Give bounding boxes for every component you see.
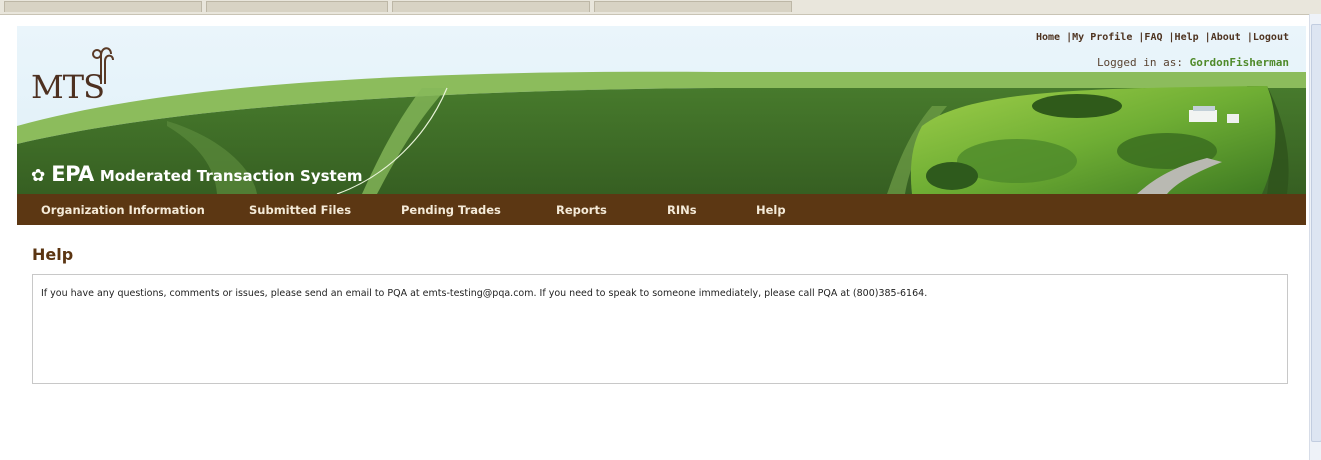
nav-item-help[interactable]: Help	[756, 203, 786, 217]
mts-logo[interactable]: MTS	[31, 68, 105, 106]
logout-link[interactable]: Logout	[1253, 32, 1289, 43]
site-header: MTS ✿ EPA Moderated Transaction System H…	[17, 26, 1306, 194]
home-link[interactable]: Home	[1036, 32, 1060, 43]
faq-link[interactable]: FAQ	[1144, 32, 1162, 43]
system-name: Moderated Transaction System	[99, 167, 363, 185]
my-profile-link[interactable]: My Profile	[1072, 32, 1132, 43]
page-title: Help	[32, 245, 74, 264]
nav-item-pending-trades[interactable]: Pending Trades	[401, 203, 501, 217]
nav-item-organization-information[interactable]: Organization Information	[41, 203, 205, 217]
nav-item-rins[interactable]: RINs	[667, 203, 697, 217]
about-link[interactable]: About	[1211, 32, 1241, 43]
vertical-scrollbar[interactable]	[1309, 14, 1321, 460]
epa-flower-icon: ✿	[31, 166, 46, 186]
browser-tab[interactable]	[206, 1, 388, 12]
help-message-box: If you have any questions, comments or i…	[32, 274, 1288, 384]
nav-item-submitted-files[interactable]: Submitted Files	[249, 203, 351, 217]
top-links: Home |My Profile |FAQ |Help |About |Logo…	[1036, 32, 1289, 43]
main-nav: Organization Information Submitted Files…	[17, 194, 1306, 225]
browser-tab[interactable]	[4, 1, 202, 12]
help-message: If you have any questions, comments or i…	[41, 288, 928, 299]
logged-in-status: Logged in as: GordonFisherman	[1097, 56, 1289, 69]
help-link[interactable]: Help	[1175, 32, 1199, 43]
epa-system-title: ✿ EPA Moderated Transaction System	[31, 162, 363, 186]
epa-logo-text[interactable]: EPA	[51, 162, 94, 186]
browser-tab-strip	[0, 0, 1321, 15]
scrollbar-thumb[interactable]	[1311, 24, 1321, 442]
browser-tab[interactable]	[594, 1, 792, 12]
logged-in-label: Logged in as:	[1096, 56, 1184, 69]
logged-in-user: GordonFisherman	[1189, 56, 1289, 69]
browser-tab[interactable]	[392, 1, 590, 12]
nav-item-reports[interactable]: Reports	[556, 203, 607, 217]
